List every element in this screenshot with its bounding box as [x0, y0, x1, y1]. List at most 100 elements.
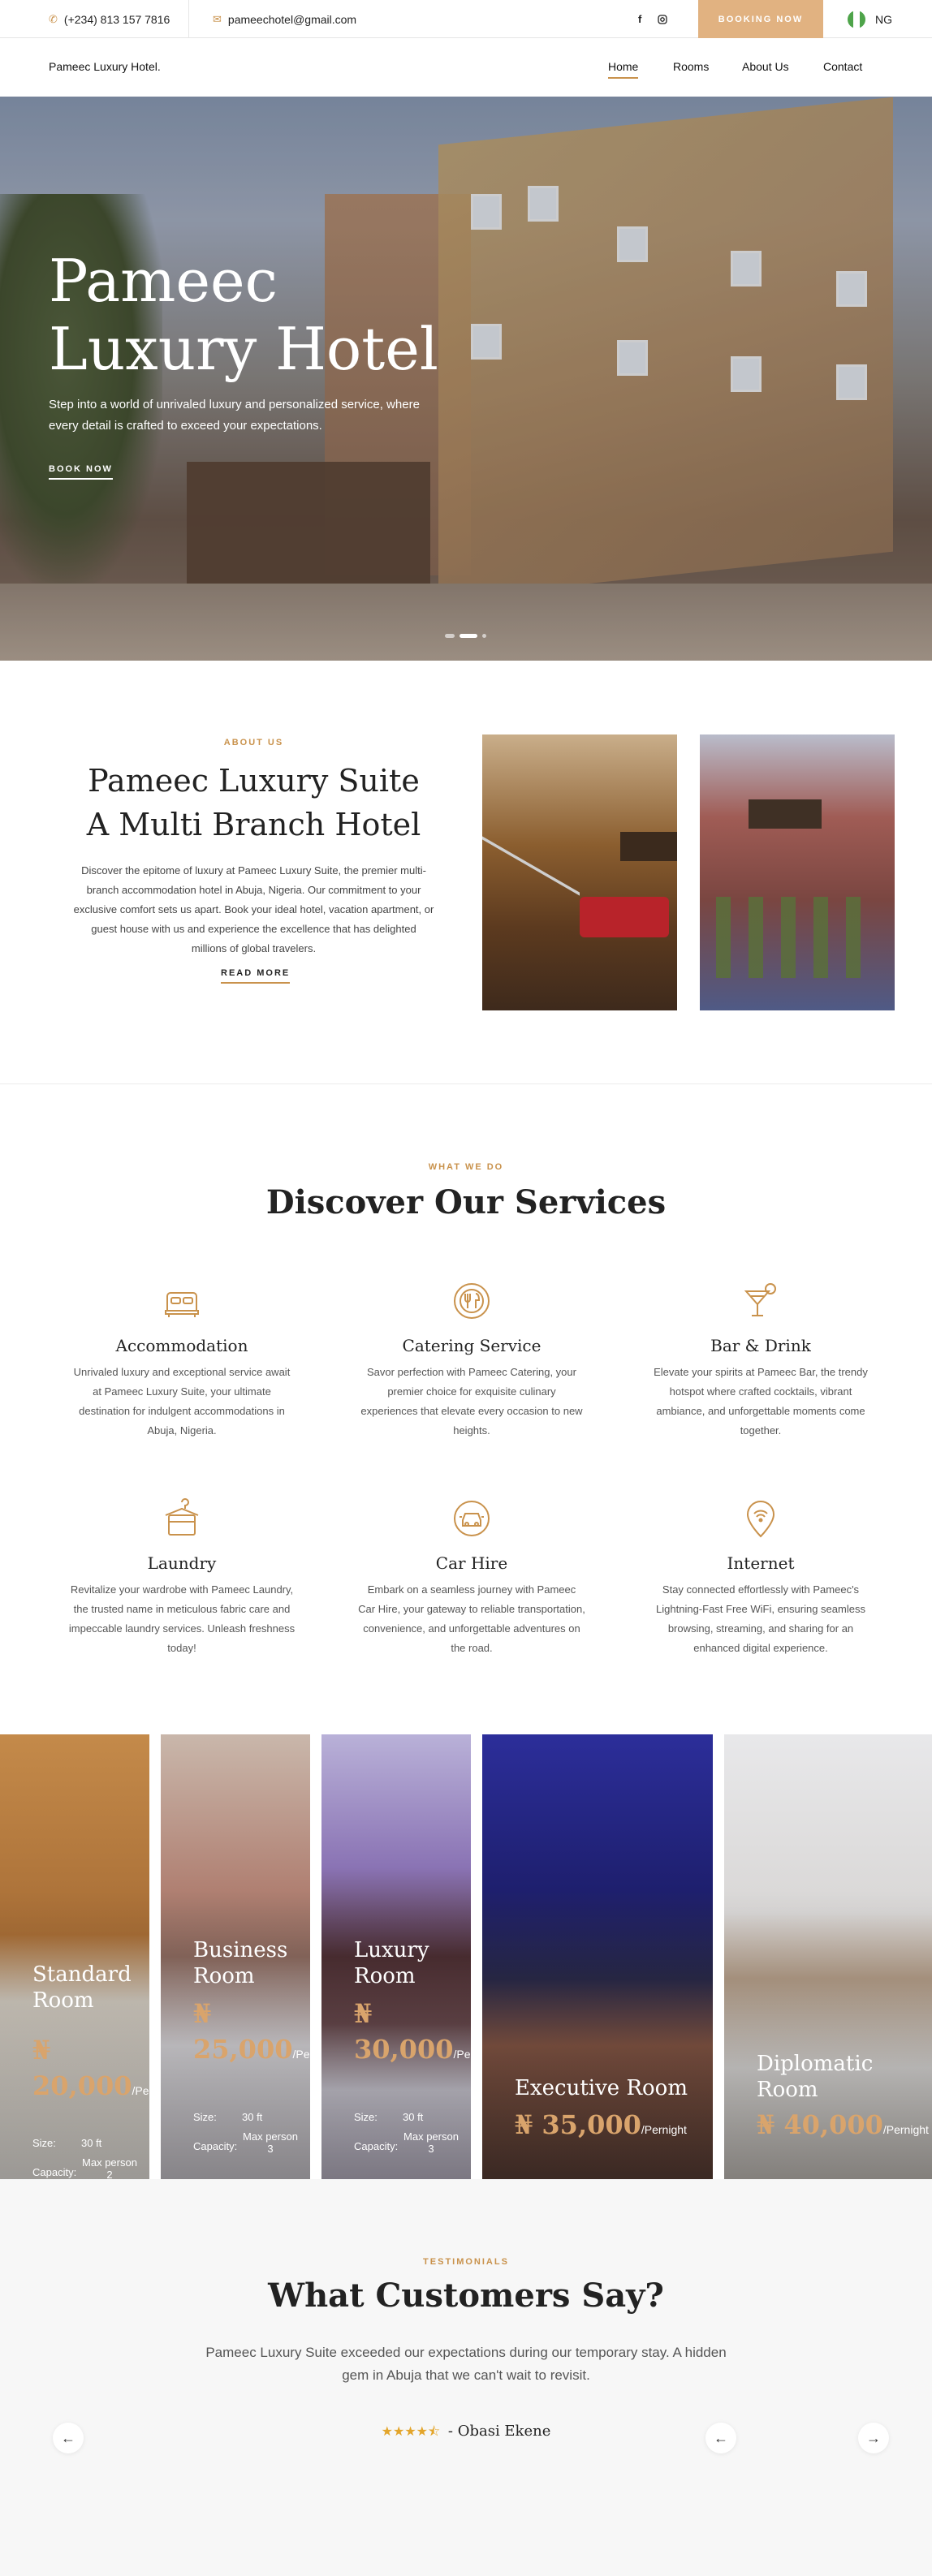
hero-title: Pameec Luxury Hotel [49, 247, 438, 383]
service-title: Car Hire [435, 1553, 508, 1573]
testimonials-section: TESTIMONIALS What Customers Say? Pameec … [0, 2179, 932, 2576]
slider-dot-active[interactable] [460, 634, 477, 638]
room-size: 30 ft [403, 2111, 424, 2123]
facebook-icon[interactable]: f [638, 0, 641, 38]
email-address: pameechotel@gmail.com [227, 12, 357, 26]
room-capacity: Max person 3 [243, 2130, 298, 2155]
about-eyebrow: ABOUT US [223, 738, 284, 747]
email-contact[interactable]: ✉ pameechotel@gmail.com [213, 0, 356, 38]
cocktail-icon [744, 1283, 776, 1316]
service-internet: Internet Stay connected effortlessly wit… [647, 1497, 874, 1658]
room-price: ₦ 40,000/Pernight [757, 2109, 932, 2140]
book-now-link[interactable]: BOOK NOW [49, 464, 113, 480]
hero-slider: Pameec Luxury Hotel Step into a world of… [0, 97, 932, 661]
service-title: Bar & Drink [710, 1336, 811, 1355]
car-hire-icon [454, 1501, 490, 1536]
room-name: Standard Room [32, 1962, 132, 2013]
services-eyebrow: WHAT WE DO [428, 1162, 504, 1172]
room-capacity-label: Capacity: [193, 2140, 238, 2152]
room-capacity-label: Capacity: [32, 2166, 77, 2178]
service-car-hire: Car Hire Embark on a seamless journey wi… [358, 1497, 585, 1658]
service-text: Embark on a seamless journey with Pameec… [358, 1583, 585, 1654]
room-price-unit: /Pernight [292, 2048, 310, 2061]
service-text: Savor perfection with Pameec Catering, y… [360, 1366, 583, 1437]
divider [188, 0, 189, 38]
room-card-business[interactable]: Business Room ₦ 25,000/Pernight Size: 30… [161, 1734, 310, 2179]
room-size: 30 ft [81, 2137, 102, 2149]
testimonials-eyebrow: TESTIMONIALS [423, 2257, 509, 2267]
slider-dots [445, 634, 486, 638]
service-accommodation: Accommodation Unrivaled luxury and excep… [68, 1280, 296, 1441]
service-text: Elevate your spirits at Pameec Bar, the … [654, 1366, 868, 1437]
room-card-executive[interactable]: Executive Room ₦ 35,000/Pernight [482, 1734, 713, 2179]
about-title-line1: Pameec Luxury Suite [88, 763, 420, 799]
restaurant-photo [700, 734, 895, 1010]
lobby-photo [482, 734, 677, 1010]
room-price-unit: /Pernight [641, 2123, 687, 2136]
hero-subtitle: Step into a world of unrivaled luxury an… [49, 398, 420, 433]
about-text: Discover the epitome of luxury at Pameec… [73, 864, 434, 954]
room-name: Executive Room [515, 2076, 688, 2100]
services-title: Discover Our Services [265, 1183, 667, 1221]
about-title: Pameec Luxury Suite A Multi Branch Hotel [49, 759, 459, 846]
nav-home[interactable]: Home [608, 60, 639, 79]
slider-dot[interactable] [482, 634, 486, 638]
mail-icon: ✉ [213, 12, 222, 25]
instagram-icon[interactable] [658, 0, 667, 38]
room-capacity-label: Capacity: [354, 2140, 399, 2152]
nav-about-us[interactable]: About Us [742, 60, 789, 73]
rating-stars-icon: ★★★★⯪ [381, 2423, 441, 2439]
room-price-value: ₦ 30,000 [354, 1998, 454, 2065]
phone-contact[interactable]: ✆ (+234) 813 157 7816 [49, 0, 170, 38]
arrow-right-icon[interactable]: → [858, 2423, 889, 2453]
room-price: ₦ 25,000/Pernight [193, 1996, 310, 2072]
nav-contact[interactable]: Contact [823, 60, 862, 73]
room-capacity: Max person 3 [403, 2130, 459, 2155]
site-logo[interactable]: Pameec Luxury Hotel. [49, 60, 161, 73]
laundry-icon [165, 1498, 199, 1536]
room-size-label: Size: [193, 2111, 217, 2123]
testimonial-author: - Obasi Ekene [447, 2423, 551, 2440]
room-price-unit: /Pernight [132, 2084, 149, 2097]
room-capacity: Max person 2 [82, 2156, 137, 2179]
room-name: Business Room [193, 1938, 288, 1988]
room-price-value: ₦ 35,000 [515, 2109, 641, 2140]
service-bar-drink: Bar & Drink Elevate your spirits at Pame… [647, 1280, 874, 1441]
top-bar: ✆ (+234) 813 157 7816 ✉ pameechotel@gmai… [0, 0, 932, 38]
room-card-standard[interactable]: Standard Room ₦ 20,000/Pernight Size: 30… [0, 1734, 149, 2179]
booking-now-button[interactable]: BOOKING NOW [698, 0, 823, 38]
service-text: Unrivaled luxury and exceptional service… [73, 1366, 291, 1437]
room-price-unit: /Pernight [453, 2048, 471, 2061]
service-title: Catering Service [402, 1336, 542, 1355]
slider-dot[interactable] [445, 634, 455, 638]
room-card-luxury[interactable]: Luxury Room ₦ 30,000/Pernight Size: 30 f… [321, 1734, 471, 2179]
room-size: 30 ft [242, 2111, 263, 2123]
room-card-diplomatic[interactable]: Diplomatic Room ₦ 40,000/Pernight [724, 1734, 932, 2179]
room-name: Diplomatic Room [757, 2052, 874, 2102]
room-name: Luxury Room [354, 1938, 429, 1988]
service-catering: Catering Service Savor perfection with P… [358, 1280, 585, 1441]
room-price-value: ₦ 40,000 [757, 2109, 883, 2140]
service-laundry: Laundry Revitalize your wardrobe with Pa… [68, 1497, 296, 1658]
nav-rooms[interactable]: Rooms [673, 60, 709, 73]
room-price: ₦ 30,000/Pernight [354, 1996, 471, 2072]
testimonial-author-row: ★★★★⯪ - Obasi Ekene [0, 2423, 932, 2445]
room-price-value: ₦ 20,000 [32, 2035, 132, 2101]
service-title: Internet [727, 1553, 795, 1573]
testimonials-title: What Customers Say? [268, 2277, 664, 2315]
room-price-unit: /Pernight [882, 2123, 929, 2136]
arrow-left-icon[interactable]: ← [53, 2423, 84, 2453]
room-price: ₦ 20,000/Pernight [32, 2032, 149, 2109]
phone-icon: ✆ [49, 12, 58, 25]
arrow-left-icon[interactable]: ← [705, 2423, 736, 2453]
read-more-link[interactable]: READ MORE [221, 968, 291, 984]
plate-cutlery-icon [454, 1283, 490, 1319]
service-text: Revitalize your wardrobe with Pameec Lau… [68, 1583, 296, 1654]
bed-icon [165, 1292, 199, 1317]
language-selector[interactable]: NG [848, 0, 892, 38]
about-title-line2: A Multi Branch Hotel [86, 807, 421, 842]
service-text: Stay connected effortlessly with Pameec'… [656, 1583, 865, 1654]
testimonial-quote: Pameec Luxury Suite exceeded our expecta… [205, 2345, 727, 2383]
room-price-value: ₦ 25,000 [193, 1998, 293, 2065]
room-size-label: Size: [32, 2137, 56, 2149]
